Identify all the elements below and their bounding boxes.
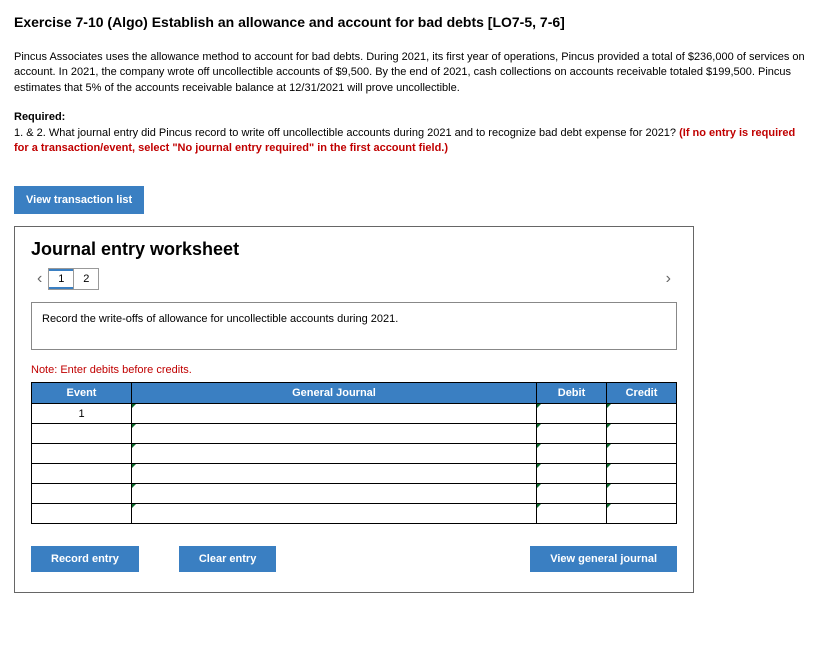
entry-instruction: Record the write-offs of allowance for u…: [31, 302, 677, 350]
event-cell: [32, 464, 132, 484]
header-debit: Debit: [537, 383, 607, 404]
account-cell[interactable]: [132, 504, 537, 524]
event-cell: [32, 504, 132, 524]
account-cell[interactable]: [132, 464, 537, 484]
event-cell: [32, 444, 132, 464]
journal-worksheet-panel: Journal entry worksheet ‹ 1 2 › Record t…: [14, 226, 694, 593]
worksheet-bottom-buttons: Record entry Clear entry View general jo…: [31, 546, 677, 572]
credit-cell[interactable]: [607, 404, 677, 424]
table-row: [32, 504, 677, 524]
pager-tab-1[interactable]: 1: [48, 268, 74, 290]
account-cell[interactable]: [132, 424, 537, 444]
table-header-row: Event General Journal Debit Credit: [32, 383, 677, 404]
account-cell[interactable]: [132, 484, 537, 504]
event-cell: 1: [32, 404, 132, 424]
table-row: [32, 464, 677, 484]
table-row: [32, 484, 677, 504]
table-row: [32, 444, 677, 464]
required-block: Required: 1. & 2. What journal entry did…: [14, 110, 810, 156]
account-cell[interactable]: [132, 444, 537, 464]
header-credit: Credit: [607, 383, 677, 404]
clear-entry-button[interactable]: Clear entry: [179, 546, 276, 572]
debit-cell[interactable]: [537, 464, 607, 484]
worksheet-title: Journal entry worksheet: [31, 239, 677, 260]
exercise-description: Pincus Associates uses the allowance met…: [14, 50, 810, 96]
required-label: Required:: [14, 111, 65, 123]
event-cell: [32, 484, 132, 504]
exercise-title: Exercise 7-10 (Algo) Establish an allowa…: [14, 14, 810, 30]
worksheet-pager: ‹ 1 2 ›: [31, 268, 677, 290]
account-cell[interactable]: [132, 404, 537, 424]
debit-cell[interactable]: [537, 424, 607, 444]
debits-before-credits-note: Note: Enter debits before credits.: [31, 364, 677, 376]
header-gj: General Journal: [132, 383, 537, 404]
debit-cell[interactable]: [537, 504, 607, 524]
journal-entry-table: Event General Journal Debit Credit 1: [31, 382, 677, 524]
credit-cell[interactable]: [607, 484, 677, 504]
pager-tab-2[interactable]: 2: [73, 268, 99, 290]
record-entry-button[interactable]: Record entry: [31, 546, 139, 572]
header-event: Event: [32, 383, 132, 404]
table-row: [32, 424, 677, 444]
debit-cell[interactable]: [537, 404, 607, 424]
table-row: 1: [32, 404, 677, 424]
event-cell: [32, 424, 132, 444]
debit-cell[interactable]: [537, 444, 607, 464]
debit-cell[interactable]: [537, 484, 607, 504]
credit-cell[interactable]: [607, 424, 677, 444]
credit-cell[interactable]: [607, 504, 677, 524]
credit-cell[interactable]: [607, 444, 677, 464]
view-transaction-list-button[interactable]: View transaction list: [14, 186, 144, 214]
pager-prev-icon[interactable]: ‹: [31, 270, 48, 288]
required-text: 1. & 2. What journal entry did Pincus re…: [14, 127, 679, 139]
pager-next-icon[interactable]: ›: [660, 270, 677, 288]
view-general-journal-button[interactable]: View general journal: [530, 546, 677, 572]
credit-cell[interactable]: [607, 464, 677, 484]
